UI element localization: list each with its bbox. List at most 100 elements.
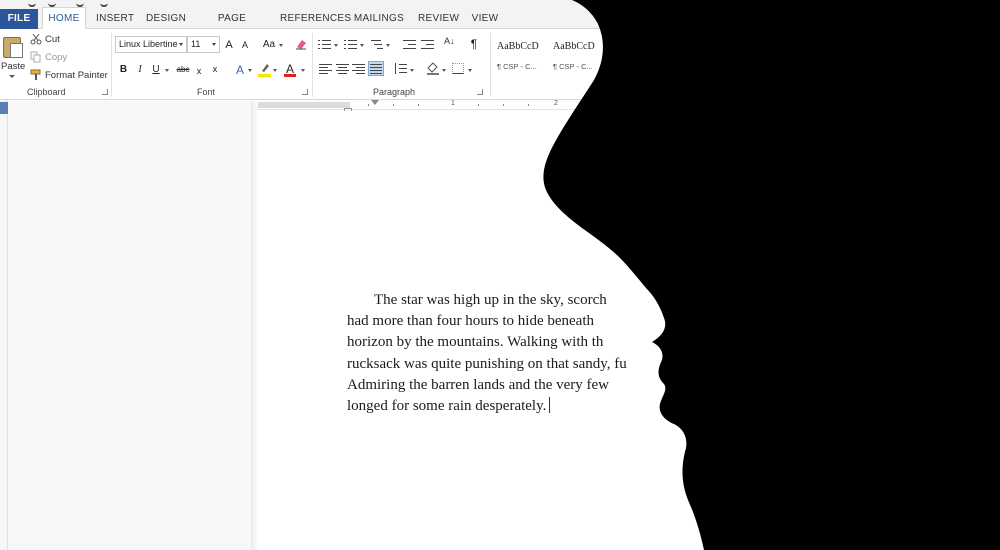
page-shadow	[251, 101, 258, 550]
copy-icon	[30, 51, 42, 63]
text-line-last: longed for some rain desperately.	[347, 396, 657, 417]
body-paragraph[interactable]: The star was high up in the sky, scorch …	[347, 290, 657, 417]
document-background	[8, 101, 251, 550]
paste-label: Paste	[1, 61, 26, 72]
font-size-value: 11	[191, 39, 201, 49]
tab-mailings[interactable]: MAILINGS	[353, 8, 405, 29]
align-left-icon[interactable]	[319, 63, 332, 74]
style-gallery-item[interactable]: AaBbCcD ¶ CSP - C...	[494, 33, 550, 73]
tab-file[interactable]: FILE	[0, 9, 38, 29]
chapter-heading[interactable]: C	[552, 151, 572, 185]
text-line: Admiring the barren lands and the very f…	[347, 376, 609, 393]
line-spacing-icon[interactable]	[394, 63, 407, 74]
style-name: ¶ CSP - C...	[553, 62, 593, 71]
text-line: horizon by the mountains. Walking with t…	[347, 334, 604, 351]
subscript-button[interactable]: x	[194, 63, 204, 79]
cut-button[interactable]: Cut	[30, 32, 60, 46]
clear-formatting-icon[interactable]	[295, 37, 307, 50]
tab-insert[interactable]: INSERT	[96, 8, 134, 29]
chevron-down-icon[interactable]	[273, 69, 277, 72]
group-divider	[111, 33, 112, 97]
numbering-icon[interactable]	[344, 39, 357, 50]
paragraph-dialog-launcher-icon[interactable]	[477, 89, 483, 95]
chevron-down-icon[interactable]	[386, 44, 390, 47]
tab-references[interactable]: REFERENCES	[280, 8, 351, 29]
style-gallery-item[interactable]: AaBbCcD ¶ CSP - C...	[550, 33, 606, 73]
text-line: longed for some rain desperately.	[347, 398, 547, 415]
shrink-font-button[interactable]: A	[239, 37, 251, 53]
italic-button[interactable]: I	[135, 62, 145, 78]
chevron-down-icon	[179, 43, 183, 46]
style-preview: AaBbCcD	[553, 41, 595, 52]
undo-icon[interactable]	[28, 0, 36, 7]
format-painter-button[interactable]: Format Painter	[30, 68, 108, 82]
redo-icon[interactable]	[48, 0, 56, 7]
chevron-down-icon[interactable]	[301, 69, 305, 72]
highlight-color-icon[interactable]	[259, 61, 271, 75]
chevron-down-icon	[212, 43, 216, 46]
grow-font-button[interactable]: A	[223, 37, 235, 53]
bold-button[interactable]: B	[118, 62, 129, 78]
chevron-down-icon[interactable]	[442, 69, 446, 72]
copy-button[interactable]: Copy	[30, 50, 67, 64]
paste-icon	[3, 34, 23, 58]
ruler-number: 1	[451, 100, 455, 107]
chevron-down-icon[interactable]	[334, 44, 338, 47]
justify-icon[interactable]	[368, 61, 384, 76]
underline-button[interactable]: U	[151, 62, 161, 78]
group-divider	[312, 33, 313, 97]
sort-icon[interactable]: A↓	[444, 36, 455, 46]
chevron-down-icon[interactable]	[248, 69, 252, 72]
font-name-value: Linux Libertine	[119, 39, 178, 49]
ruler-tick	[503, 104, 504, 106]
shading-icon[interactable]	[426, 61, 440, 75]
ruler-tick	[418, 104, 419, 106]
change-case-button[interactable]: Aa	[260, 37, 278, 53]
chevron-down-icon[interactable]	[360, 44, 364, 47]
format-painter-label: Format Painter	[45, 69, 108, 81]
tab-view[interactable]: VIEW	[470, 8, 500, 29]
bullets-icon[interactable]	[318, 39, 331, 50]
cut-label: Cut	[45, 33, 60, 45]
text-line: had more than four hours to hide beneath	[347, 313, 595, 330]
repeat-icon[interactable]	[76, 0, 84, 7]
strikethrough-button[interactable]: abc	[175, 62, 191, 78]
ruler-tick	[478, 104, 479, 106]
clipboard-dialog-launcher-icon[interactable]	[102, 89, 108, 95]
borders-icon[interactable]	[452, 63, 464, 74]
show-hide-button[interactable]: ¶	[468, 36, 480, 52]
tab-design[interactable]: DESIGN	[146, 8, 186, 29]
group-divider	[490, 33, 491, 97]
format-painter-icon	[30, 69, 42, 81]
first-line-indent-marker[interactable]	[371, 100, 379, 105]
copy-label: Copy	[45, 51, 68, 63]
font-dialog-launcher-icon[interactable]	[302, 89, 308, 95]
decrease-indent-icon[interactable]	[403, 39, 416, 50]
chevron-down-icon[interactable]	[410, 69, 414, 72]
style-name: ¶	[609, 62, 614, 71]
text-effects-button[interactable]: A	[234, 62, 246, 78]
tab-home[interactable]: HOME	[42, 7, 86, 30]
paste-dropdown-icon[interactable]	[9, 75, 15, 78]
tab-page-layout[interactable]: PAGE LAYOUT	[200, 8, 264, 45]
vertical-ruler[interactable]	[0, 100, 8, 550]
superscript-button[interactable]: x	[210, 61, 220, 77]
customize-toolbar-icon[interactable]	[100, 0, 108, 7]
font-color-swatch	[284, 74, 296, 77]
align-right-icon[interactable]	[352, 63, 365, 74]
increase-indent-icon[interactable]	[421, 39, 434, 50]
tab-review[interactable]: REVIEW	[418, 8, 459, 29]
chevron-down-icon[interactable]	[279, 44, 283, 47]
chevron-down-icon[interactable]	[468, 69, 472, 72]
ruler-tick	[528, 104, 529, 106]
vertical-ruler-margin	[0, 102, 8, 114]
font-name-combo[interactable]: Linux Libertine	[115, 36, 187, 53]
horizontal-ruler[interactable]: 1 2	[258, 100, 1000, 110]
style-gallery-item[interactable]: Aa ¶	[606, 33, 636, 73]
multilevel-list-icon[interactable]	[371, 39, 384, 50]
font-size-combo[interactable]: 11	[187, 36, 220, 53]
chevron-down-icon[interactable]	[165, 69, 169, 72]
align-center-icon[interactable]	[336, 63, 349, 74]
ribbon-tab-bar: FILE HOME INSERT DESIGN PAGE LAYOUT REFE…	[0, 0, 1000, 45]
ribbon-home: Paste Cut Copy Format Painter Clipboard …	[0, 29, 1000, 100]
